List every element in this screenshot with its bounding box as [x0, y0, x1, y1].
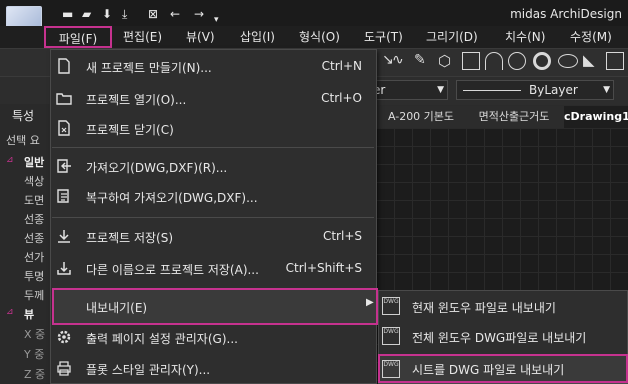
menu-tools[interactable]: 도구(T)	[364, 26, 403, 48]
submenu-export-current-window[interactable]: 현재 윈도우 파일로 내보내기	[412, 299, 556, 316]
prop-linetype-scale[interactable]: 선종	[24, 230, 44, 246]
menu-item-save-as[interactable]: 다른 이름으로 프로젝트 저장(A)...	[86, 261, 259, 278]
donut-icon[interactable]	[533, 52, 551, 70]
prop-color[interactable]: 색상	[24, 173, 44, 189]
close-project-icon	[58, 120, 70, 136]
dwg-file-icon: DWG	[382, 360, 400, 378]
select-objects-label: 선택 요	[6, 134, 40, 147]
pencil-icon[interactable]: ✎	[414, 52, 426, 68]
prop-center-y[interactable]: Y 중	[24, 346, 44, 362]
hatch-icon[interactable]: ◣	[583, 51, 595, 69]
quick-access-dropdown-icon[interactable]: ▾	[214, 14, 226, 26]
menu-item-page-setup[interactable]: 출력 페이지 설정 관리자(G)...	[86, 330, 238, 347]
submenu-export-sheet-label: 시트를 DWG 파일로 내보내기	[412, 363, 565, 377]
properties-tab[interactable]: 특성	[12, 107, 34, 124]
menu-item-import[interactable]: 가져오기(DWG,DXF)(R)...	[86, 159, 227, 176]
menu-insert[interactable]: 삽입(I)	[240, 26, 275, 48]
menu-dimension[interactable]: 치수(N)	[505, 26, 545, 48]
page-setup-icon	[57, 330, 71, 344]
menu-item-close-project[interactable]: 프로젝트 닫기(C)	[86, 121, 174, 138]
prop-layer[interactable]: 도면	[24, 192, 44, 208]
rectangle-icon[interactable]	[462, 52, 480, 70]
region-icon[interactable]	[606, 52, 624, 70]
import-icon	[57, 159, 71, 173]
shortcut-open: Ctrl+O	[321, 91, 362, 105]
submenu-export-all-windows[interactable]: 전체 윈도우 DWG파일로 내보내기	[412, 329, 586, 346]
shortcut-save-as: Ctrl+Shift+S	[285, 261, 362, 275]
save-as-icon	[57, 262, 71, 275]
export-icon[interactable]: ⤓	[122, 8, 134, 20]
tab-cdrawing1[interactable]: cDrawing1	[564, 106, 628, 128]
close-file-icon[interactable]: ⊠	[148, 8, 160, 20]
menu-edit[interactable]: 편집(E)	[123, 26, 162, 48]
plot-style-icon	[57, 361, 71, 376]
tab-a200[interactable]: A-200 기본도	[378, 106, 464, 128]
ellipse-icon[interactable]	[558, 54, 578, 68]
shortcut-save: Ctrl+S	[322, 229, 362, 243]
arc-icon[interactable]	[485, 52, 503, 70]
linetype-combo[interactable]: ByLayer ▼	[456, 80, 614, 100]
prop-thickness[interactable]: 두께	[24, 287, 44, 303]
menu-separator	[52, 147, 374, 148]
submenu-arrow-icon: ▶	[366, 297, 374, 308]
polygon-icon[interactable]: ⬡	[438, 52, 451, 70]
menu-modify[interactable]: 수정(M)	[570, 26, 612, 48]
layer-combo[interactable]: er ▼	[366, 80, 448, 100]
undo-icon[interactable]: ←	[170, 8, 182, 20]
collapse-view-icon[interactable]: ⊿	[6, 307, 14, 317]
dwg-file-icon: DWG	[382, 327, 400, 345]
prop-lineweight[interactable]: 선가	[24, 249, 44, 265]
group-view: 뷰	[24, 308, 35, 321]
group-general: 일반	[24, 156, 45, 169]
recover-import-icon	[57, 189, 69, 203]
spline-icon[interactable]: ∿	[392, 52, 404, 68]
prop-center-x[interactable]: X 중	[24, 326, 45, 342]
prop-transparency[interactable]: 투명	[24, 268, 44, 284]
menu-format[interactable]: 형식(O)	[299, 26, 340, 48]
new-project-icon	[58, 58, 70, 74]
menu-item-new-project[interactable]: 새 프로젝트 만들기(N)...	[86, 59, 212, 76]
tab-area-calc[interactable]: 면적산출근거도	[466, 106, 562, 128]
app-title: midas ArchiDesign	[510, 7, 622, 21]
menu-item-plot-style[interactable]: 플롯 스타일 관리자(Y)...	[86, 361, 210, 378]
menu-item-export-label: 내보내기(E)	[86, 301, 148, 315]
redo-icon[interactable]: →	[194, 8, 206, 20]
menu-file[interactable]: 파일(F)	[44, 26, 112, 48]
new-file-icon[interactable]: ▬	[62, 8, 74, 20]
open-folder-icon[interactable]: ▰	[82, 8, 94, 20]
prop-center-z[interactable]: Z 중	[24, 366, 45, 382]
menu-item-save-project[interactable]: 프로젝트 저장(S)	[86, 229, 173, 246]
open-project-icon	[56, 93, 72, 105]
shortcut-new: Ctrl+N	[321, 59, 362, 73]
dwg-file-icon: DWG	[382, 297, 400, 315]
prop-linetype[interactable]: 선종	[24, 211, 44, 227]
menu-item-recover-import[interactable]: 복구하여 가져오기(DWG,DXF)...	[86, 189, 258, 206]
menu-item-open-project[interactable]: 프로젝트 열기(O)...	[86, 91, 186, 108]
menu-separator	[52, 217, 374, 218]
save-icon[interactable]: ⬇	[102, 8, 114, 20]
collapse-general-icon[interactable]: ⊿	[6, 155, 14, 165]
menu-draw[interactable]: 그리기(D)	[426, 26, 478, 48]
menu-view[interactable]: 뷰(V)	[186, 26, 215, 48]
save-project-icon	[58, 230, 70, 243]
circle-icon[interactable]	[508, 52, 526, 70]
